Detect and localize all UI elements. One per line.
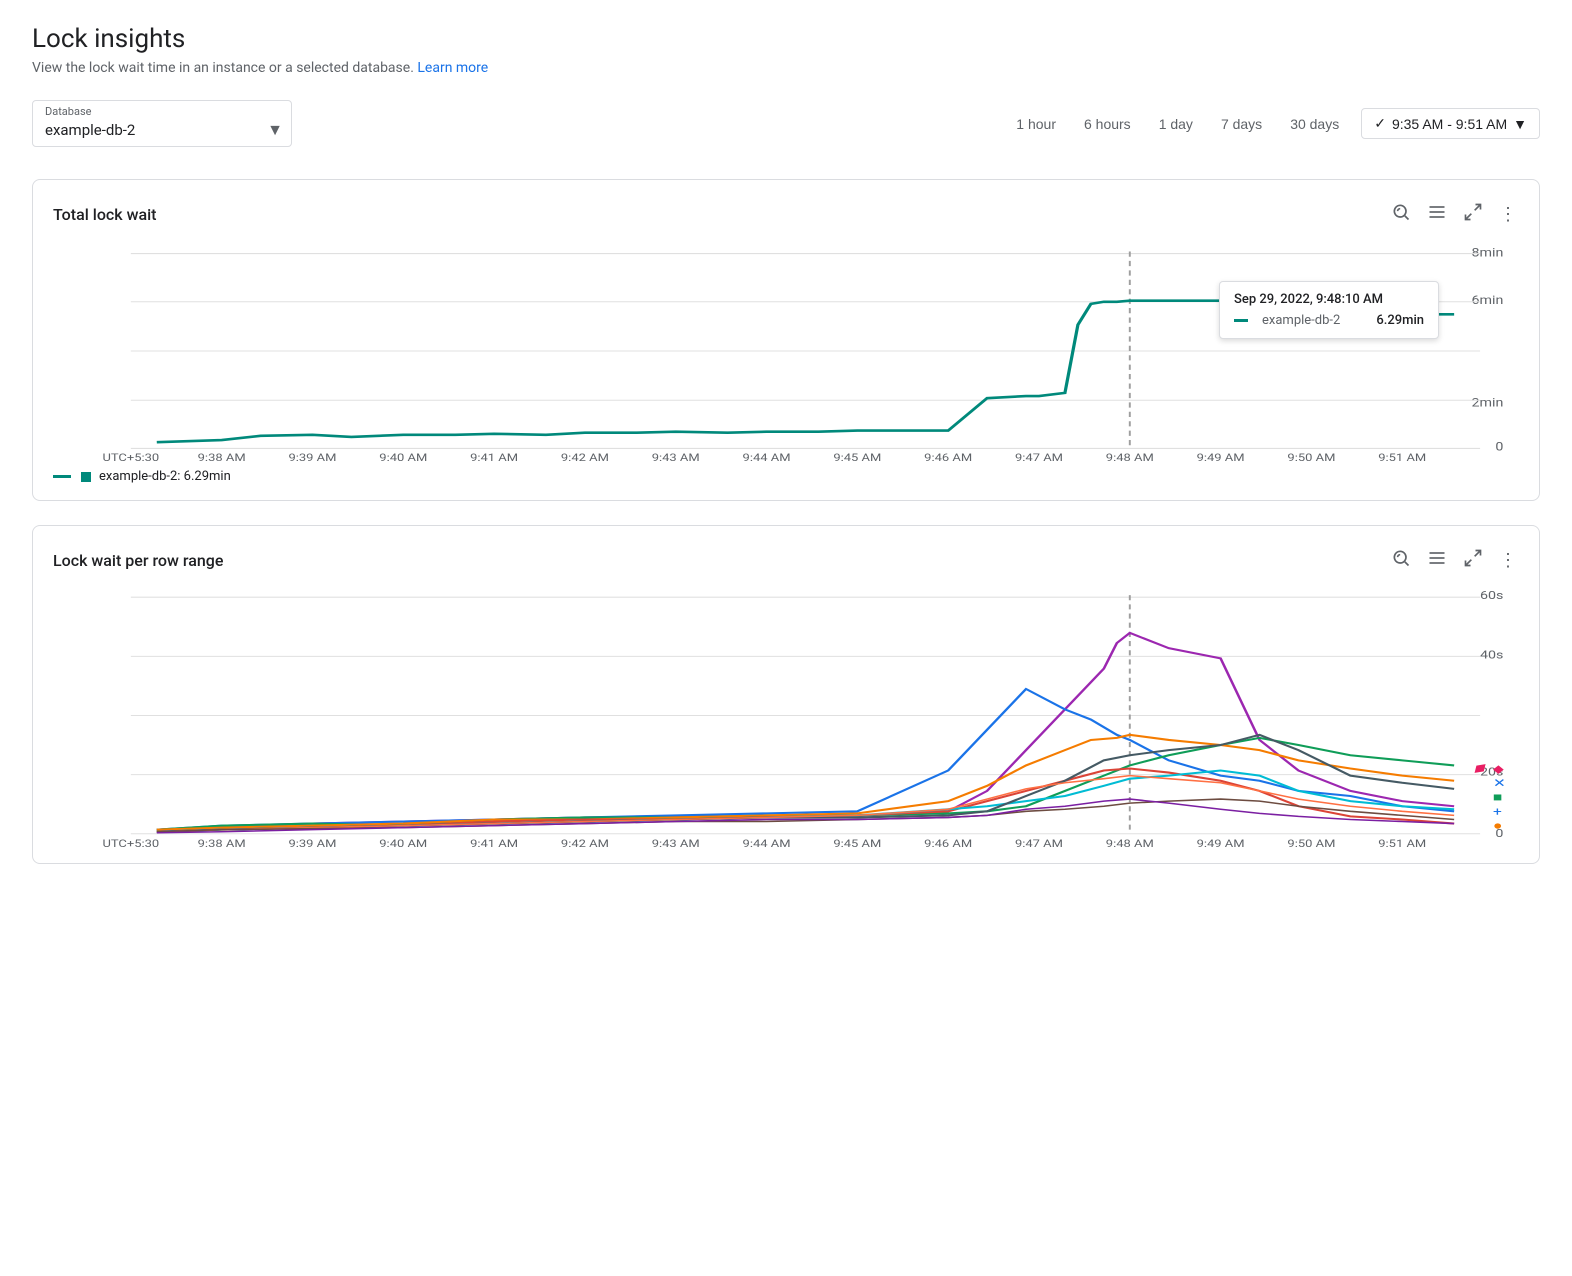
chart2-actions: ⋮ [1389,546,1519,575]
svg-text:9:51 AM: 9:51 AM [1378,837,1426,847]
legend-square-swatch [81,472,91,482]
database-value: example-db-2 [45,121,135,139]
svg-text:9:48 AM: 9:48 AM [1106,451,1154,461]
chart1-legend: example-db-2: 6.29min [53,469,1519,484]
chart1-area: 8min 6min 2min 0 UTC+5:30 9:38 AM 9:39 A… [53,241,1519,461]
svg-text:9:46 AM: 9:46 AM [924,451,972,461]
svg-text:9:44 AM: 9:44 AM [743,837,791,847]
chart1-more-button[interactable]: ⋮ [1497,202,1519,227]
chart2-title: Lock wait per row range [53,551,223,570]
svg-text:UTC+5:30: UTC+5:30 [102,451,159,461]
chart1-expand-button[interactable] [1461,200,1485,229]
svg-text:9:42 AM: 9:42 AM [561,451,609,461]
svg-text:9:44 AM: 9:44 AM [743,451,791,461]
svg-text:9:45 AM: 9:45 AM [833,451,881,461]
svg-text:9:43 AM: 9:43 AM [652,451,700,461]
page-title: Lock insights [32,24,1540,54]
controls-row: Database example-db-2 ▼ 1 hour 6 hours 1… [32,100,1540,147]
chart2-search-button[interactable] [1389,546,1413,575]
svg-text:9:49 AM: 9:49 AM [1197,451,1245,461]
time-1hour-button[interactable]: 1 hour [1010,112,1062,136]
legend-line-swatch [53,475,71,478]
chart1-search-button[interactable] [1389,200,1413,229]
chart2-card: Lock wait per row range ⋮ 60s 40s 20s 0 [32,525,1540,864]
svg-text:9:41 AM: 9:41 AM [470,451,518,461]
learn-more-link[interactable]: Learn more [417,60,488,76]
svg-text:9:40 AM: 9:40 AM [379,837,427,847]
time-range-button[interactable]: ✓ 9:35 AM - 9:51 AM ▼ [1361,108,1540,139]
time-controls: 1 hour 6 hours 1 day 7 days 30 days ✓ 9:… [1010,108,1540,139]
svg-text:40s: 40s [1480,649,1503,662]
svg-text:●: ● [1493,819,1502,833]
svg-text:9:40 AM: 9:40 AM [379,451,427,461]
chart1-card: Total lock wait ⋮ 8min 6min 2min 0 [32,179,1540,501]
svg-text:9:39 AM: 9:39 AM [288,837,336,847]
svg-text:6min: 6min [1472,294,1504,307]
chart2-legend-button[interactable] [1425,546,1449,575]
page-subtitle: View the lock wait time in an instance o… [32,60,1540,76]
svg-text:9:41 AM: 9:41 AM [470,837,518,847]
svg-text:+: + [1493,805,1502,819]
time-1day-button[interactable]: 1 day [1153,112,1199,136]
check-icon: ✓ [1374,115,1386,132]
chart2-more-button[interactable]: ⋮ [1497,548,1519,573]
time-range-value: 9:35 AM - 9:51 AM [1392,116,1507,132]
database-label: Database [45,105,283,118]
svg-text:60s: 60s [1480,590,1503,603]
chart1-legend-label: example-db-2: 6.29min [99,469,231,484]
chart1-actions: ⋮ [1389,200,1519,229]
svg-text:9:50 AM: 9:50 AM [1287,451,1335,461]
chart1-title: Total lock wait [53,205,156,224]
chart2-expand-button[interactable] [1461,546,1485,575]
dropdown-arrow-icon: ▼ [267,120,283,140]
svg-text:0: 0 [1495,441,1503,454]
time-6hours-button[interactable]: 6 hours [1078,112,1137,136]
chart2-area: 60s 40s 20s 0 UTC+5:30 9:38 AM 9:39 AM 9… [53,587,1519,847]
database-selector[interactable]: Database example-db-2 ▼ [32,100,292,147]
svg-text:9:43 AM: 9:43 AM [652,837,700,847]
svg-text:2min: 2min [1472,397,1504,410]
svg-text:9:47 AM: 9:47 AM [1015,451,1063,461]
svg-text:9:47 AM: 9:47 AM [1015,837,1063,847]
svg-text:9:48 AM: 9:48 AM [1106,837,1154,847]
svg-text:✕: ✕ [1493,776,1506,790]
svg-text:9:39 AM: 9:39 AM [288,451,336,461]
svg-text:9:50 AM: 9:50 AM [1287,837,1335,847]
svg-text:◆: ◆ [1493,763,1504,776]
svg-text:9:38 AM: 9:38 AM [198,837,246,847]
chart1-legend-button[interactable] [1425,200,1449,229]
time-7days-button[interactable]: 7 days [1215,112,1268,136]
svg-text:UTC+5:30: UTC+5:30 [102,837,159,847]
svg-text:9:51 AM: 9:51 AM [1378,451,1426,461]
svg-text:■: ■ [1493,791,1502,805]
svg-text:9:42 AM: 9:42 AM [561,837,609,847]
svg-text:9:49 AM: 9:49 AM [1197,837,1245,847]
time-range-arrow-icon: ▼ [1513,116,1527,132]
svg-text:9:46 AM: 9:46 AM [924,837,972,847]
svg-text:9:45 AM: 9:45 AM [833,837,881,847]
time-30days-button[interactable]: 30 days [1284,112,1345,136]
svg-text:9:38 AM: 9:38 AM [198,451,246,461]
